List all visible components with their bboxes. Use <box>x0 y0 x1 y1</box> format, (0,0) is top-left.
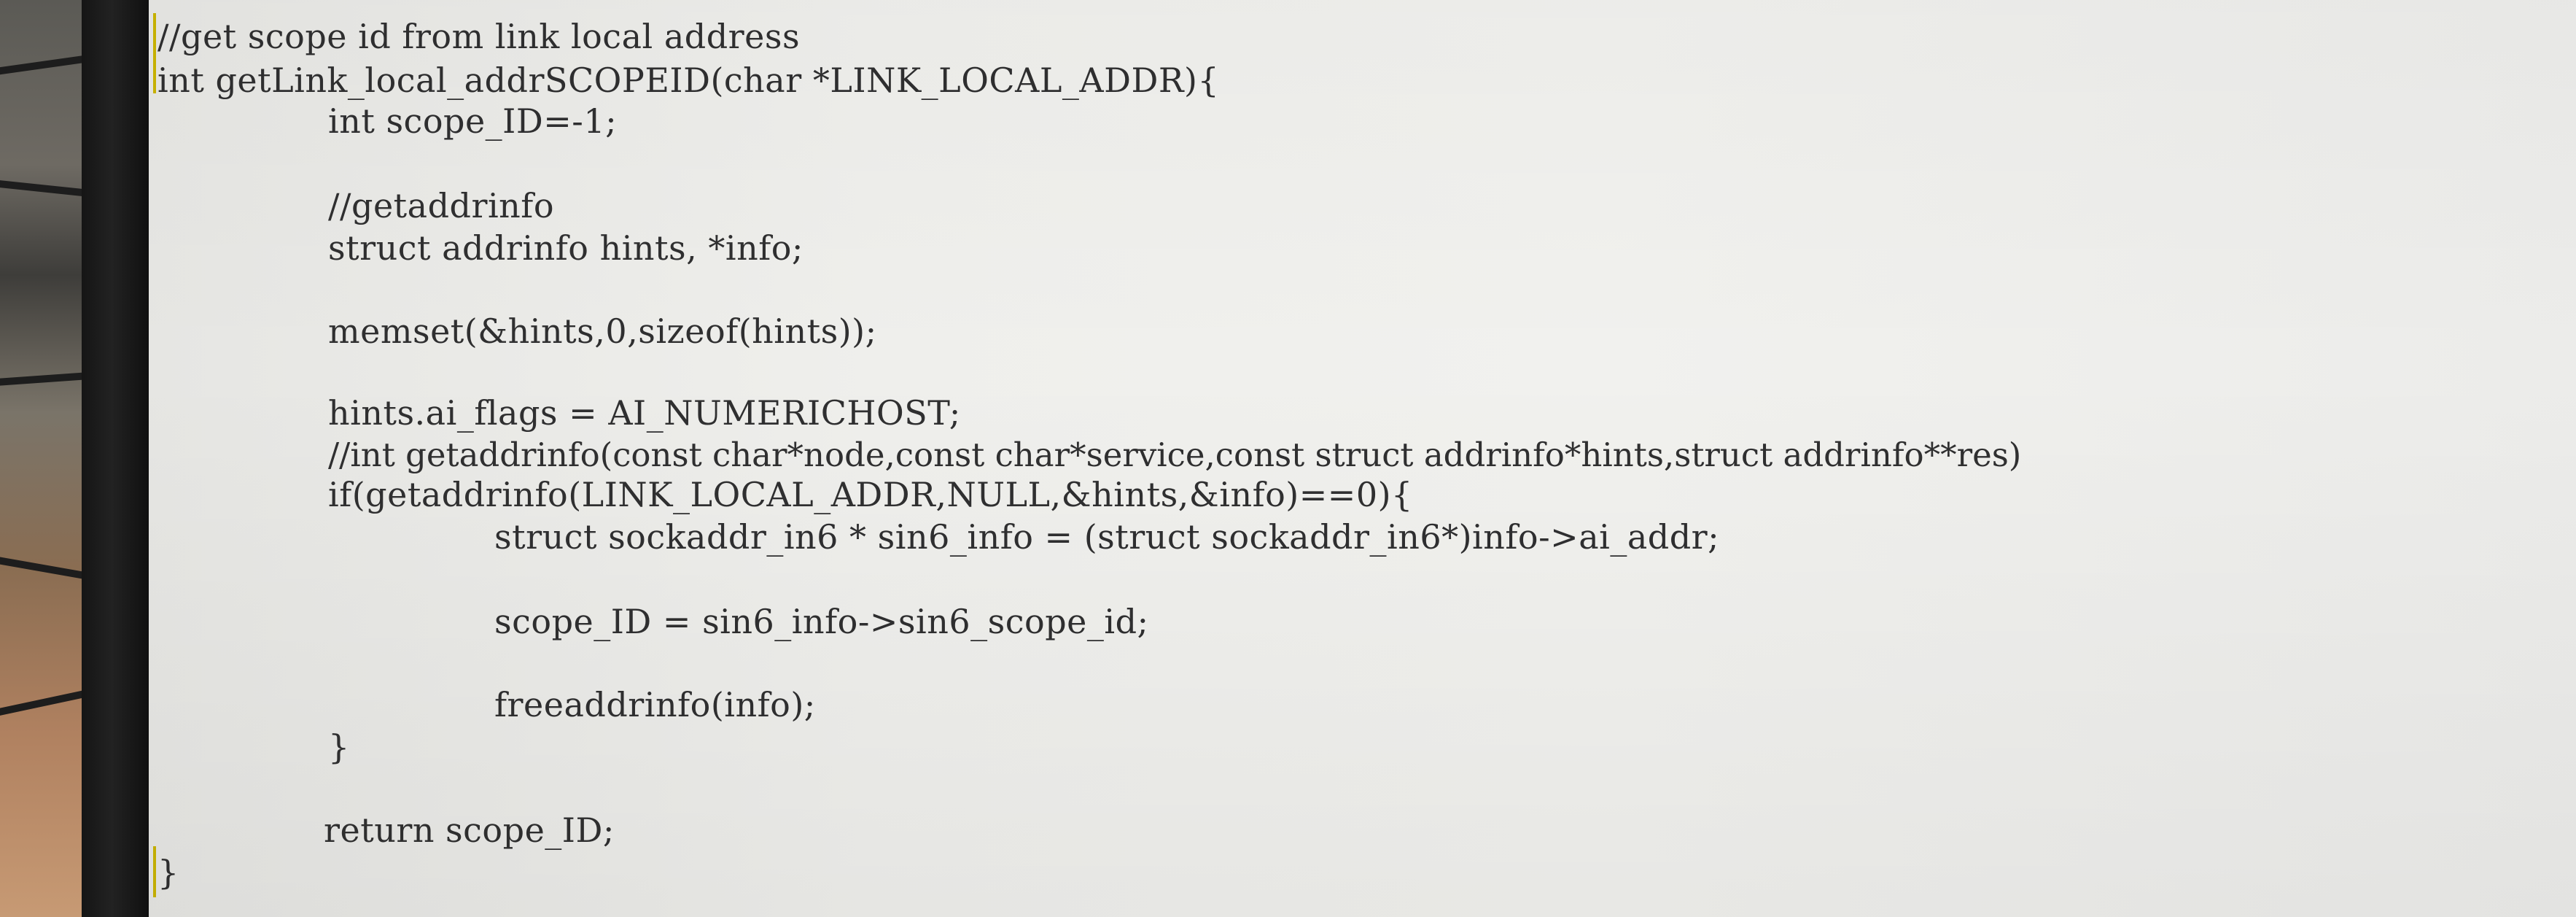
code-line-scope-id-assign: scope_ID = sin6_info->sin6_scope_id; <box>494 602 1149 641</box>
code-line-close-brace: } <box>328 727 350 767</box>
code-line-comment: //get scope id from link local address <box>157 17 801 56</box>
monitor-bezel <box>82 0 149 917</box>
code-line-comment: //getaddrinfo <box>328 186 555 225</box>
code-editor-screen: //get scope id from link local address i… <box>149 0 2576 917</box>
code-line-hints-flags: hints.ai_flags = AI_NUMERICHOST; <box>328 393 961 433</box>
code-line-function-signature: int getLink_local_addrSCOPEID(char *LINK… <box>157 61 1220 100</box>
photo-of-monitor: //get scope id from link local address i… <box>0 0 2576 917</box>
code-line-sockaddr-cast: struct sockaddr_in6 * sin6_info = (struc… <box>494 517 1720 557</box>
code-line-close-brace: } <box>157 853 179 892</box>
code-line-scope-id-decl: int scope_ID=-1; <box>328 101 618 141</box>
desk-background <box>0 0 102 917</box>
code-line-return: return scope_ID; <box>324 810 615 850</box>
code-line-memset: memset(&hints,0,sizeof(hints)); <box>328 312 877 351</box>
code-line-if-getaddrinfo: if(getaddrinfo(LINK_LOCAL_ADDR,NULL,&hin… <box>328 475 1413 514</box>
line-highlight-marker <box>153 846 156 897</box>
line-highlight-marker <box>153 13 156 93</box>
code-line-freeaddrinfo: freeaddrinfo(info); <box>494 685 816 724</box>
code-line-struct-decl: struct addrinfo hints, *info; <box>328 228 803 268</box>
code-line-comment: //int getaddrinfo(const char*node,const … <box>328 436 2022 474</box>
